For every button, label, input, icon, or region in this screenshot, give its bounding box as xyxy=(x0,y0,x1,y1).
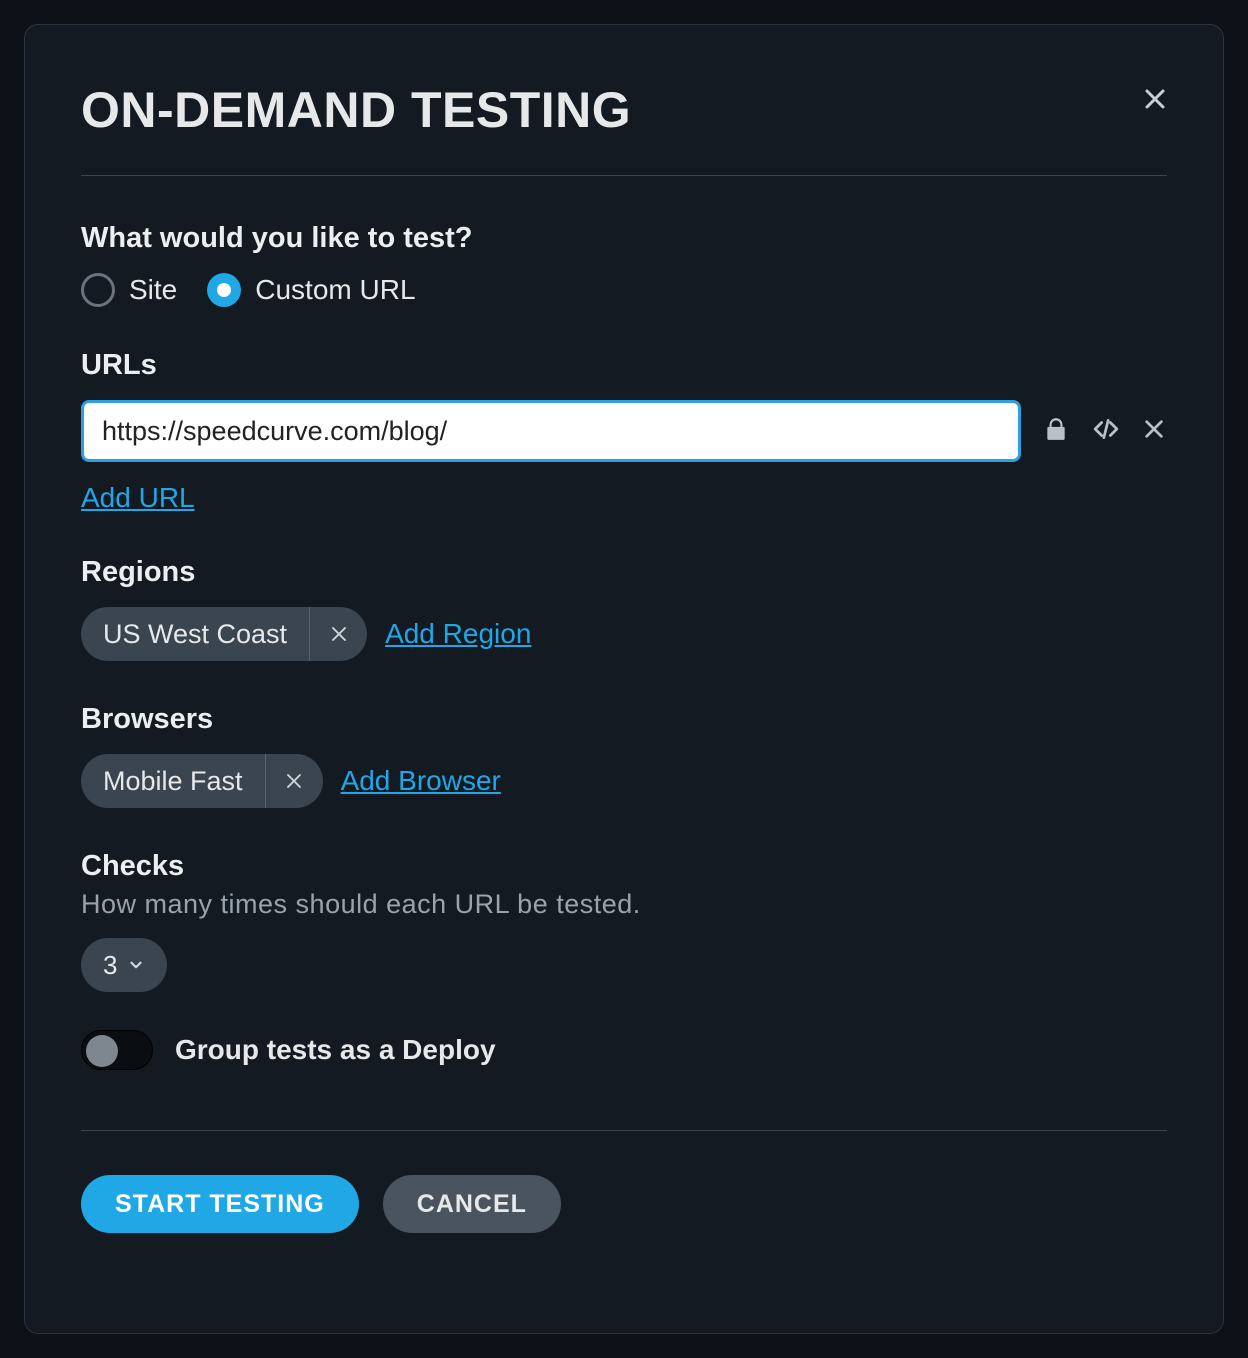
checks-label: Checks xyxy=(81,850,1167,883)
remove-region-icon[interactable] xyxy=(309,607,367,661)
checks-select[interactable]: 3 xyxy=(81,938,167,992)
on-demand-testing-modal: ON-DEMAND TESTING What would you like to… xyxy=(24,24,1224,1334)
radio-label: Custom URL xyxy=(255,274,415,306)
lock-icon[interactable] xyxy=(1043,416,1069,447)
add-url-link[interactable]: Add URL xyxy=(81,482,195,514)
radio-indicator-selected xyxy=(207,273,241,307)
modal-footer: START TESTING CANCEL xyxy=(81,1175,1167,1233)
chevron-down-icon xyxy=(127,950,145,981)
checks-value: 3 xyxy=(103,950,117,981)
region-chip: US West Coast xyxy=(81,607,367,661)
browsers-section: Browsers Mobile Fast Add Browser xyxy=(81,703,1167,808)
modal-title: ON-DEMAND TESTING xyxy=(81,81,631,139)
test-target-label: What would you like to test? xyxy=(81,222,1167,255)
regions-chip-row: US West Coast Add Region xyxy=(81,607,1167,661)
regions-label: Regions xyxy=(81,556,1167,589)
browsers-label: Browsers xyxy=(81,703,1167,736)
remove-browser-icon[interactable] xyxy=(265,754,323,808)
urls-section: URLs Add URL xyxy=(81,349,1167,514)
url-row-actions xyxy=(1043,416,1165,447)
urls-label: URLs xyxy=(81,349,1167,382)
browsers-chip-row: Mobile Fast Add Browser xyxy=(81,754,1167,808)
browser-chip-label: Mobile Fast xyxy=(81,766,265,797)
browser-chip: Mobile Fast xyxy=(81,754,323,808)
radio-custom-url[interactable]: Custom URL xyxy=(207,273,415,307)
test-target-radio-group: Site Custom URL xyxy=(81,273,1167,307)
add-region-link[interactable]: Add Region xyxy=(385,618,531,650)
checks-section: Checks How many times should each URL be… xyxy=(81,850,1167,992)
test-target-section: What would you like to test? Site Custom… xyxy=(81,222,1167,307)
group-deploy-toggle[interactable] xyxy=(81,1030,153,1070)
radio-indicator xyxy=(81,273,115,307)
region-chip-label: US West Coast xyxy=(81,619,309,650)
toggle-knob xyxy=(86,1035,118,1067)
start-testing-button[interactable]: START TESTING xyxy=(81,1175,359,1233)
group-deploy-row: Group tests as a Deploy xyxy=(81,1030,1167,1070)
modal-header: ON-DEMAND TESTING xyxy=(81,81,1167,139)
radio-label: Site xyxy=(129,274,177,306)
divider xyxy=(81,1130,1167,1131)
code-icon[interactable] xyxy=(1091,416,1121,447)
radio-site[interactable]: Site xyxy=(81,273,177,307)
group-deploy-label: Group tests as a Deploy xyxy=(175,1034,496,1066)
checks-hint: How many times should each URL be tested… xyxy=(81,889,1167,920)
divider xyxy=(81,175,1167,176)
url-input[interactable] xyxy=(81,400,1021,462)
close-icon[interactable] xyxy=(1143,87,1167,111)
url-row xyxy=(81,400,1167,462)
cancel-button[interactable]: CANCEL xyxy=(383,1175,561,1233)
remove-url-icon[interactable] xyxy=(1143,418,1165,445)
regions-section: Regions US West Coast Add Region xyxy=(81,556,1167,661)
add-browser-link[interactable]: Add Browser xyxy=(341,765,501,797)
